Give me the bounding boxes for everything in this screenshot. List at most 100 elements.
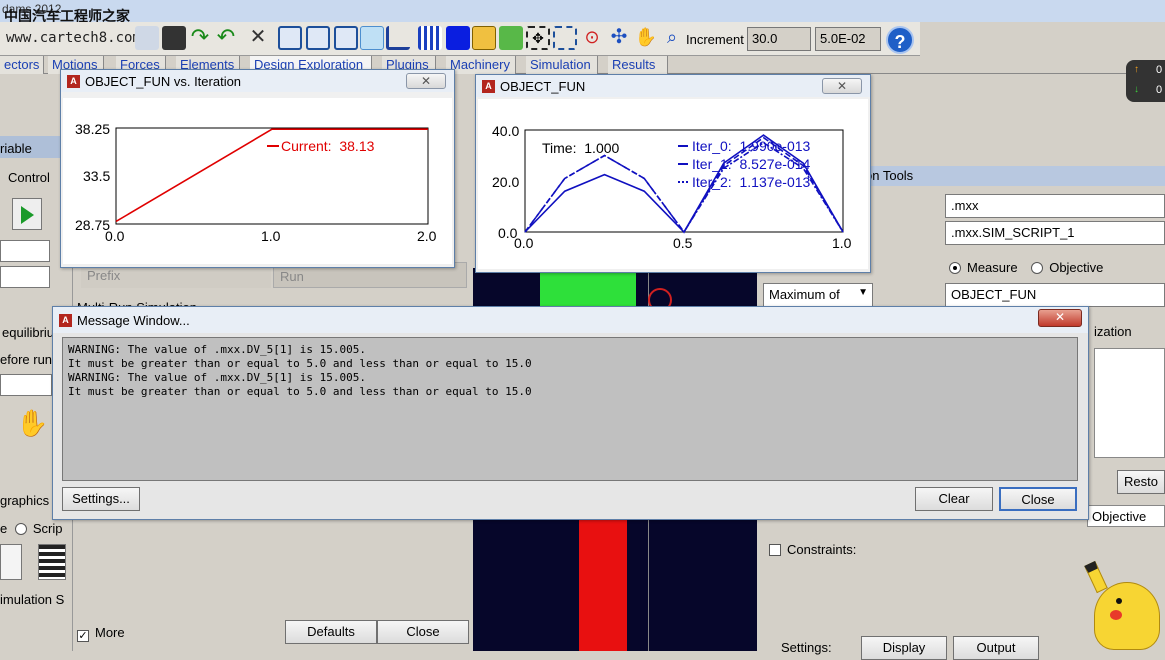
run-label: Run: [280, 269, 304, 284]
plot2-close-button[interactable]: ✕: [822, 78, 862, 94]
script-field[interactable]: .mxx.SIM_SCRIPT_1: [945, 221, 1165, 245]
message-close-button[interactable]: Close: [999, 487, 1077, 511]
rotate-icon[interactable]: ✣: [607, 26, 631, 50]
prefix-label: Prefix: [87, 268, 121, 283]
import-icon[interactable]: [0, 544, 22, 580]
save-icon[interactable]: [162, 26, 186, 50]
constraints-label: Constraints:: [787, 542, 857, 557]
increment-label: Increment: [686, 32, 744, 47]
box-front-icon[interactable]: [306, 26, 330, 50]
plot2-titlebar: A OBJECT_FUN: [476, 75, 870, 97]
constraints-row[interactable]: Constraints:: [769, 542, 856, 557]
group-icon[interactable]: [499, 26, 523, 50]
film-icon[interactable]: [38, 544, 66, 580]
network-status-widget: ↑ 0 ↓ 0: [1126, 60, 1165, 102]
plot2-xtick-1: 0.5: [673, 235, 693, 251]
restore-button[interactable]: Resto: [1117, 470, 1165, 494]
script-label: Scrip: [32, 521, 63, 536]
tab-simulation[interactable]: Simulation: [526, 56, 598, 74]
render-icon[interactable]: [446, 26, 470, 50]
message-window[interactable]: A Message Window... ✕ WARNING: The value…: [52, 306, 1089, 520]
increment-step-field[interactable]: 5.0E-02: [815, 27, 881, 51]
objective-list[interactable]: [1094, 348, 1165, 458]
folder-icon[interactable]: [472, 26, 496, 50]
help-icon[interactable]: ?: [886, 26, 914, 54]
plot1-title: OBJECT_FUN vs. Iteration: [85, 74, 242, 89]
radio-e-label: e: [0, 521, 8, 536]
output-button[interactable]: Output: [953, 636, 1039, 660]
time-label: Time:: [542, 140, 577, 156]
measure-objective-radios: Measure Objective: [949, 260, 1103, 275]
plot2-time-readout: Time: 1.000: [542, 140, 619, 156]
plot2-legend: Iter_0: 1.990e-013 Iter_1: 8.527e-014 It…: [678, 137, 810, 191]
plot2-xtick-0: 0.0: [514, 235, 534, 251]
plot1-current-legend: Current: 38.13: [267, 138, 374, 154]
message-close-x-button[interactable]: ✕: [1038, 309, 1082, 327]
left-text-field[interactable]: [0, 374, 52, 396]
close-icon: ✕: [836, 79, 848, 93]
app-icon: A: [59, 314, 72, 327]
before-run-label: efore run: [0, 352, 53, 367]
plot-window-object-fun[interactable]: A OBJECT_FUN ✕ 40.0 20.0 0.0 0.0 0.5 1.0…: [475, 74, 871, 273]
current-value: 38.13: [339, 138, 375, 154]
axes-icon[interactable]: [386, 26, 410, 50]
center-icon[interactable]: ⊙: [580, 26, 604, 50]
measure-radio[interactable]: [949, 262, 961, 274]
tools-label: on Tools: [865, 168, 914, 183]
plot1-close-button[interactable]: ✕: [406, 73, 446, 89]
left-dropdown-1[interactable]: [0, 240, 50, 262]
green-body: [540, 268, 636, 308]
upload-value: 0: [1156, 64, 1163, 76]
plot-window-iteration[interactable]: A OBJECT_FUN vs. Iteration ✕ 38.25 33.5 …: [60, 69, 455, 268]
plot2-title: OBJECT_FUN: [500, 79, 586, 94]
hand-icon[interactable]: ✋: [16, 408, 48, 439]
undo-icon[interactable]: ↶: [214, 26, 238, 50]
objective-radio[interactable]: [1031, 262, 1044, 274]
app-icon: A: [482, 80, 495, 93]
tools-icon[interactable]: ✕: [246, 26, 270, 50]
upload-arrow-icon: ↑: [1134, 64, 1139, 75]
message-log[interactable]: WARNING: The value of .mxx.DV_5[1] is 15…: [62, 337, 1078, 481]
page-icon[interactable]: [135, 26, 159, 50]
cube-icon[interactable]: [360, 26, 384, 50]
objective-field-2[interactable]: Objective: [1087, 505, 1165, 527]
control-label: Control: [8, 170, 50, 185]
zoom-icon[interactable]: ⌕: [660, 26, 684, 50]
tab-machinery[interactable]: Machinery: [446, 56, 516, 74]
sim-close-button[interactable]: Close: [377, 620, 469, 644]
main-toolbar: www.cartech8.com ↷ ↶ ✕ ✥ ⊙ ✣ ✋ ⌕ Increme…: [0, 22, 920, 56]
window-title-bar: dams 2012: [0, 0, 1165, 22]
watermark-url: www.cartech8.com: [6, 30, 141, 46]
model-field[interactable]: .mxx: [945, 194, 1165, 218]
box-side-icon[interactable]: [334, 26, 358, 50]
left-dropdown-2[interactable]: [0, 266, 50, 288]
fit-icon[interactable]: ✥: [526, 26, 550, 50]
increment-value-field[interactable]: 30.0: [747, 27, 811, 51]
maximum-of-dropdown[interactable]: Maximum of ▼: [763, 283, 873, 307]
script-options: e Scrip: [0, 521, 62, 536]
constraints-checkbox[interactable]: [769, 544, 781, 556]
grid-icon[interactable]: [418, 26, 442, 50]
more-checkbox[interactable]: ✓: [77, 630, 89, 642]
tab-connectors[interactable]: ectors: [0, 56, 44, 74]
more-checkbox-row[interactable]: ✓ More: [77, 625, 125, 642]
tab-results[interactable]: Results: [608, 56, 668, 74]
download-arrow-icon: ↓: [1134, 84, 1139, 95]
script-radio[interactable]: [14, 523, 27, 535]
more-label: More: [95, 625, 125, 640]
clear-button[interactable]: Clear: [915, 487, 993, 511]
legend-iter-0: Iter_0: 1.990e-013: [678, 137, 810, 155]
settings-button[interactable]: Settings...: [62, 487, 140, 511]
defaults-button[interactable]: Defaults: [285, 620, 377, 644]
box-view-icon[interactable]: [278, 26, 302, 50]
display-button[interactable]: Display: [861, 636, 947, 660]
message-window-title: Message Window...: [77, 313, 190, 328]
pan-hand-icon[interactable]: ✋: [634, 26, 658, 50]
plot1-titlebar: A OBJECT_FUN vs. Iteration: [61, 70, 454, 92]
objective-function-field[interactable]: OBJECT_FUN: [945, 283, 1165, 307]
equilibrium-label: equilibriu: [2, 325, 55, 340]
play-button[interactable]: [12, 198, 42, 230]
zoom-box-icon[interactable]: [553, 26, 577, 50]
plot1-ytick-mid: 33.5: [83, 168, 111, 184]
redo-icon[interactable]: ↷: [188, 26, 212, 50]
